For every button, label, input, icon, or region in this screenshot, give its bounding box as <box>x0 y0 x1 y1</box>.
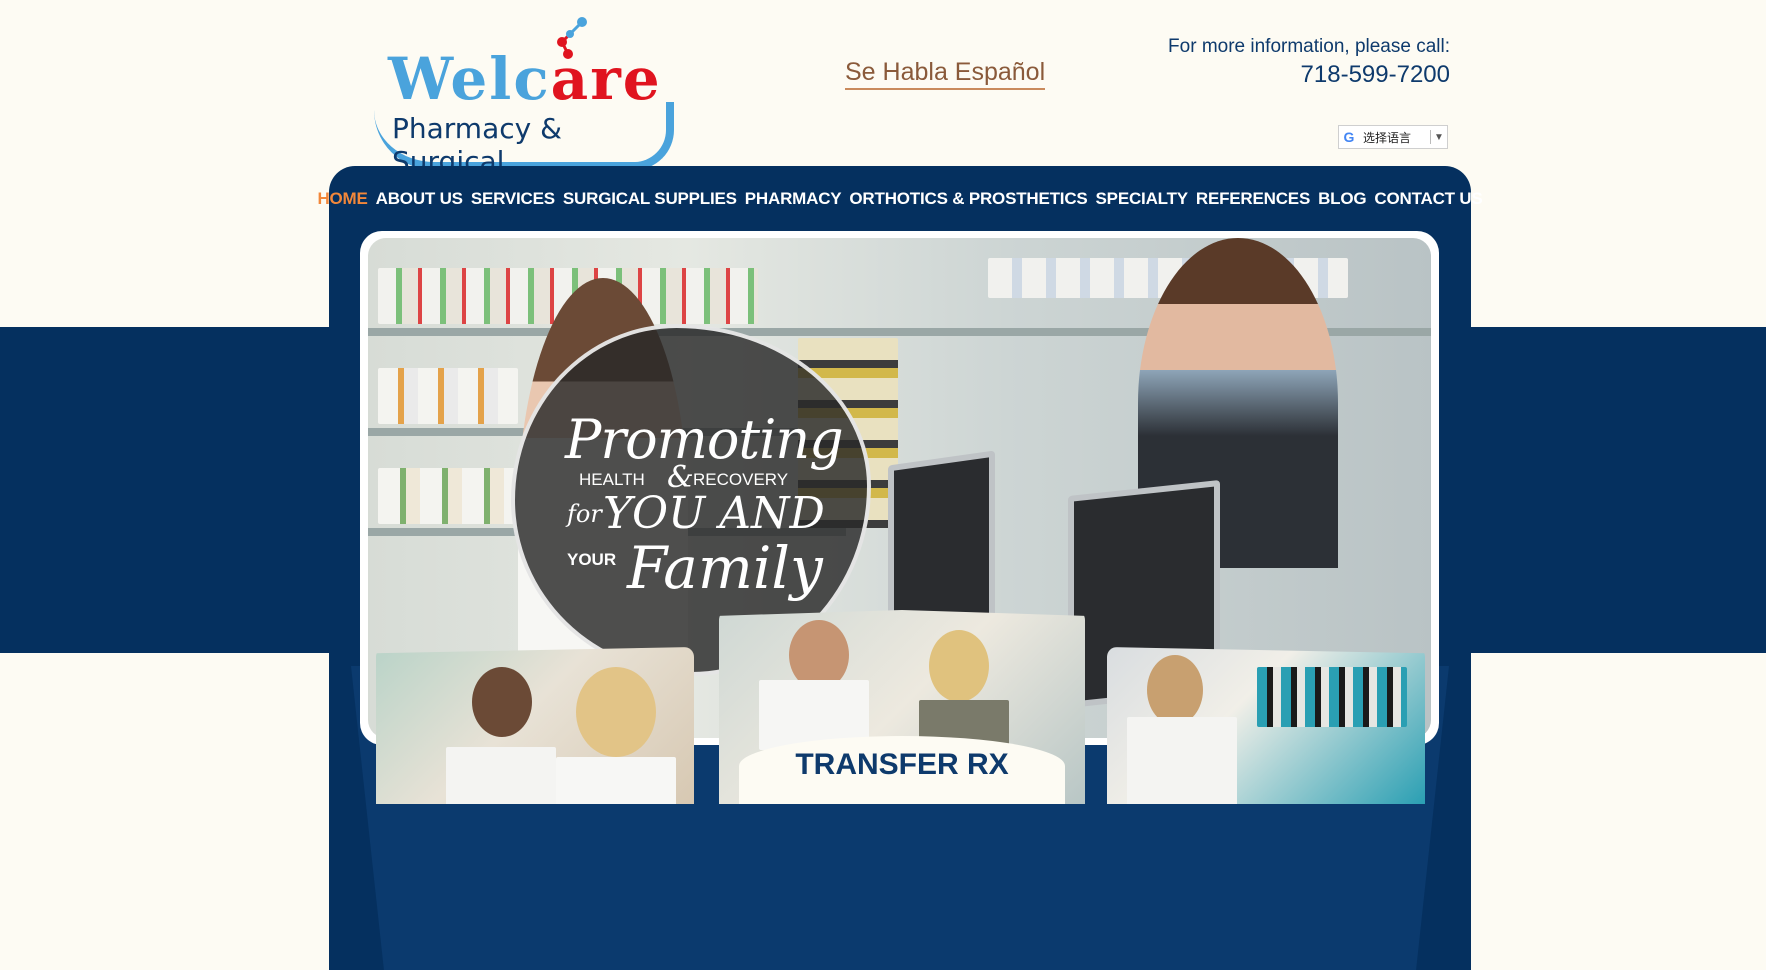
person-body <box>556 757 676 804</box>
transfer-label: TRANSFER RX <box>739 736 1065 804</box>
promo-card-left[interactable] <box>376 647 694 804</box>
person-body <box>1127 717 1237 804</box>
person-head <box>929 630 989 702</box>
person-head <box>576 667 656 757</box>
person-head <box>1147 655 1203 725</box>
person-head <box>472 667 532 737</box>
person-body <box>446 747 556 804</box>
product-shelf <box>1257 667 1407 727</box>
promo-card-transfer[interactable]: TRANSFER RX <box>719 610 1085 804</box>
transfer-rx-text: TRANSFER RX <box>795 748 1009 781</box>
promo-card-right[interactable] <box>1107 647 1425 804</box>
promo-cards: TRANSFER RX <box>329 0 1471 970</box>
